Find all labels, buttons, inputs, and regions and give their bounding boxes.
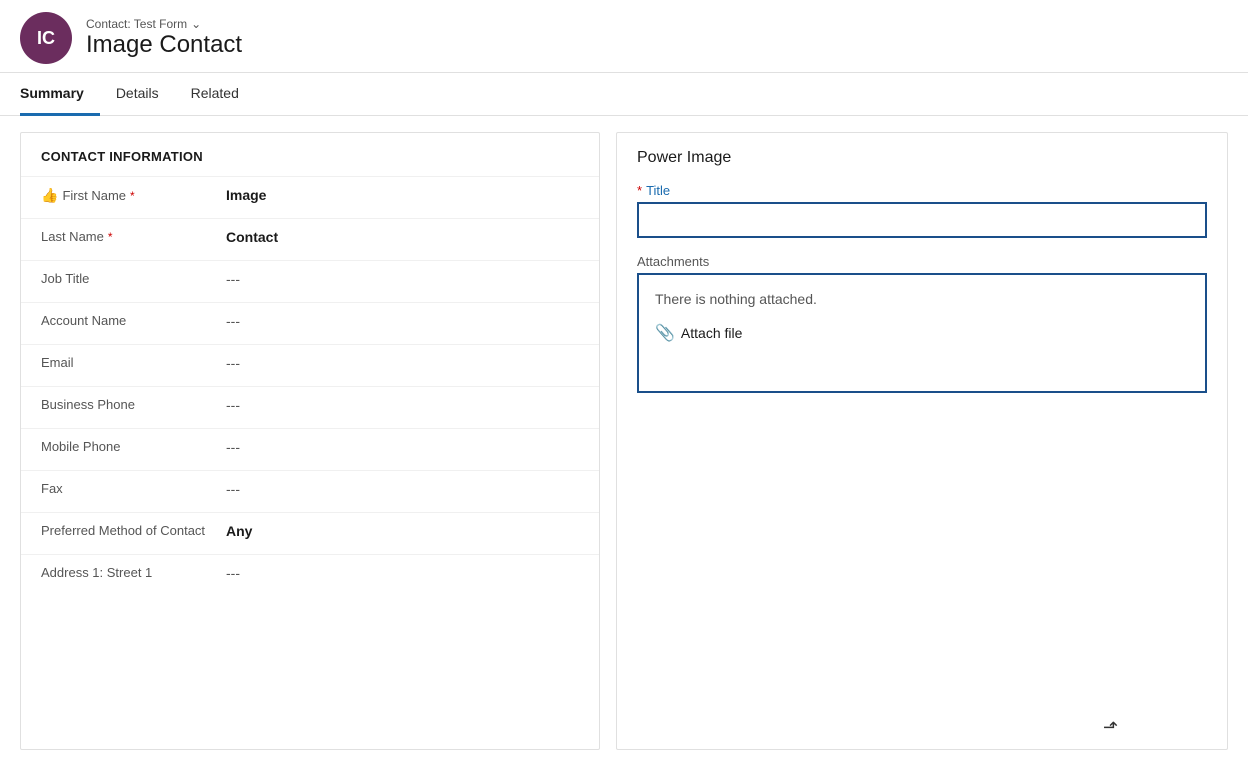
title-label-text: Title	[646, 183, 670, 198]
form-label-text: Contact: Test Form	[86, 17, 187, 31]
field-row-lastname: Last Name * Contact	[21, 218, 599, 260]
attach-file-button[interactable]: 📎 Attach file	[655, 323, 1189, 343]
tab-summary[interactable]: Summary	[20, 73, 100, 116]
field-row-preferred-contact: Preferred Method of Contact Any	[21, 512, 599, 554]
title-input[interactable]	[637, 202, 1207, 238]
field-row-fax: Fax ---	[21, 470, 599, 512]
contact-name: Image Contact	[86, 31, 242, 59]
attachments-label: Attachments	[637, 254, 1207, 269]
header-info: Contact: Test Form ⌄ Image Contact	[86, 17, 242, 59]
required-star-firstname: *	[130, 189, 135, 203]
attachments-field-group: Attachments There is nothing attached. 📎…	[637, 254, 1207, 393]
field-label-email: Email	[41, 355, 226, 370]
field-label-lastname: Last Name *	[41, 229, 226, 244]
field-row-mobilephone: Mobile Phone ---	[21, 428, 599, 470]
field-value-firstname[interactable]: Image	[226, 187, 579, 203]
tabs-bar: Summary Details Related	[0, 73, 1248, 116]
field-label-fax: Fax	[41, 481, 226, 496]
field-value-preferred-contact[interactable]: Any	[226, 523, 579, 539]
field-row-email: Email ---	[21, 344, 599, 386]
field-value-businessphone[interactable]: ---	[226, 397, 579, 413]
field-label-mobilephone: Mobile Phone	[41, 439, 226, 454]
title-field-group: * Title	[637, 183, 1207, 238]
required-star-lastname: *	[108, 230, 113, 244]
title-required-star: *	[637, 183, 642, 198]
field-row-businessphone: Business Phone ---	[21, 386, 599, 428]
main-content: CONTACT INFORMATION 👍 First Name * Image…	[0, 116, 1248, 766]
field-value-fax[interactable]: ---	[226, 481, 579, 497]
header: IC Contact: Test Form ⌄ Image Contact	[0, 0, 1248, 73]
tab-related[interactable]: Related	[175, 73, 255, 116]
field-label-preferred-contact: Preferred Method of Contact	[41, 523, 226, 538]
field-value-accountname[interactable]: ---	[226, 313, 579, 329]
tab-details[interactable]: Details	[100, 73, 175, 116]
field-value-lastname[interactable]: Contact	[226, 229, 579, 245]
field-label-street1: Address 1: Street 1	[41, 565, 226, 580]
field-label-jobtitle: Job Title	[41, 271, 226, 286]
field-value-street1[interactable]: ---	[226, 565, 579, 581]
field-row-firstname: 👍 First Name * Image	[21, 176, 599, 218]
paperclip-icon: 📎	[655, 323, 675, 343]
contact-form-label: Contact: Test Form ⌄	[86, 17, 242, 31]
field-row-street1: Address 1: Street 1 ---	[21, 554, 599, 596]
field-row-jobtitle: Job Title ---	[21, 260, 599, 302]
title-field-label: * Title	[637, 183, 1207, 198]
attachments-label-text: Attachments	[637, 254, 709, 269]
power-image-panel: Power Image * Title Attachments There is…	[616, 132, 1228, 750]
power-image-title: Power Image	[637, 149, 1207, 167]
nothing-attached-text: There is nothing attached.	[655, 291, 1189, 307]
field-value-mobilephone[interactable]: ---	[226, 439, 579, 455]
field-value-email[interactable]: ---	[226, 355, 579, 371]
contact-information-panel: CONTACT INFORMATION 👍 First Name * Image…	[20, 132, 600, 750]
field-row-accountname: Account Name ---	[21, 302, 599, 344]
attach-file-label: Attach file	[681, 325, 742, 341]
field-label-businessphone: Business Phone	[41, 397, 226, 412]
attachments-box: There is nothing attached. 📎 Attach file	[637, 273, 1207, 393]
section-title: CONTACT INFORMATION	[21, 133, 599, 176]
chevron-down-icon[interactable]: ⌄	[191, 17, 201, 31]
avatar: IC	[20, 12, 72, 64]
field-value-jobtitle[interactable]: ---	[226, 271, 579, 287]
field-label-firstname: 👍 First Name *	[41, 187, 226, 204]
field-label-accountname: Account Name	[41, 313, 226, 328]
thumb-icon: 👍	[41, 187, 58, 204]
